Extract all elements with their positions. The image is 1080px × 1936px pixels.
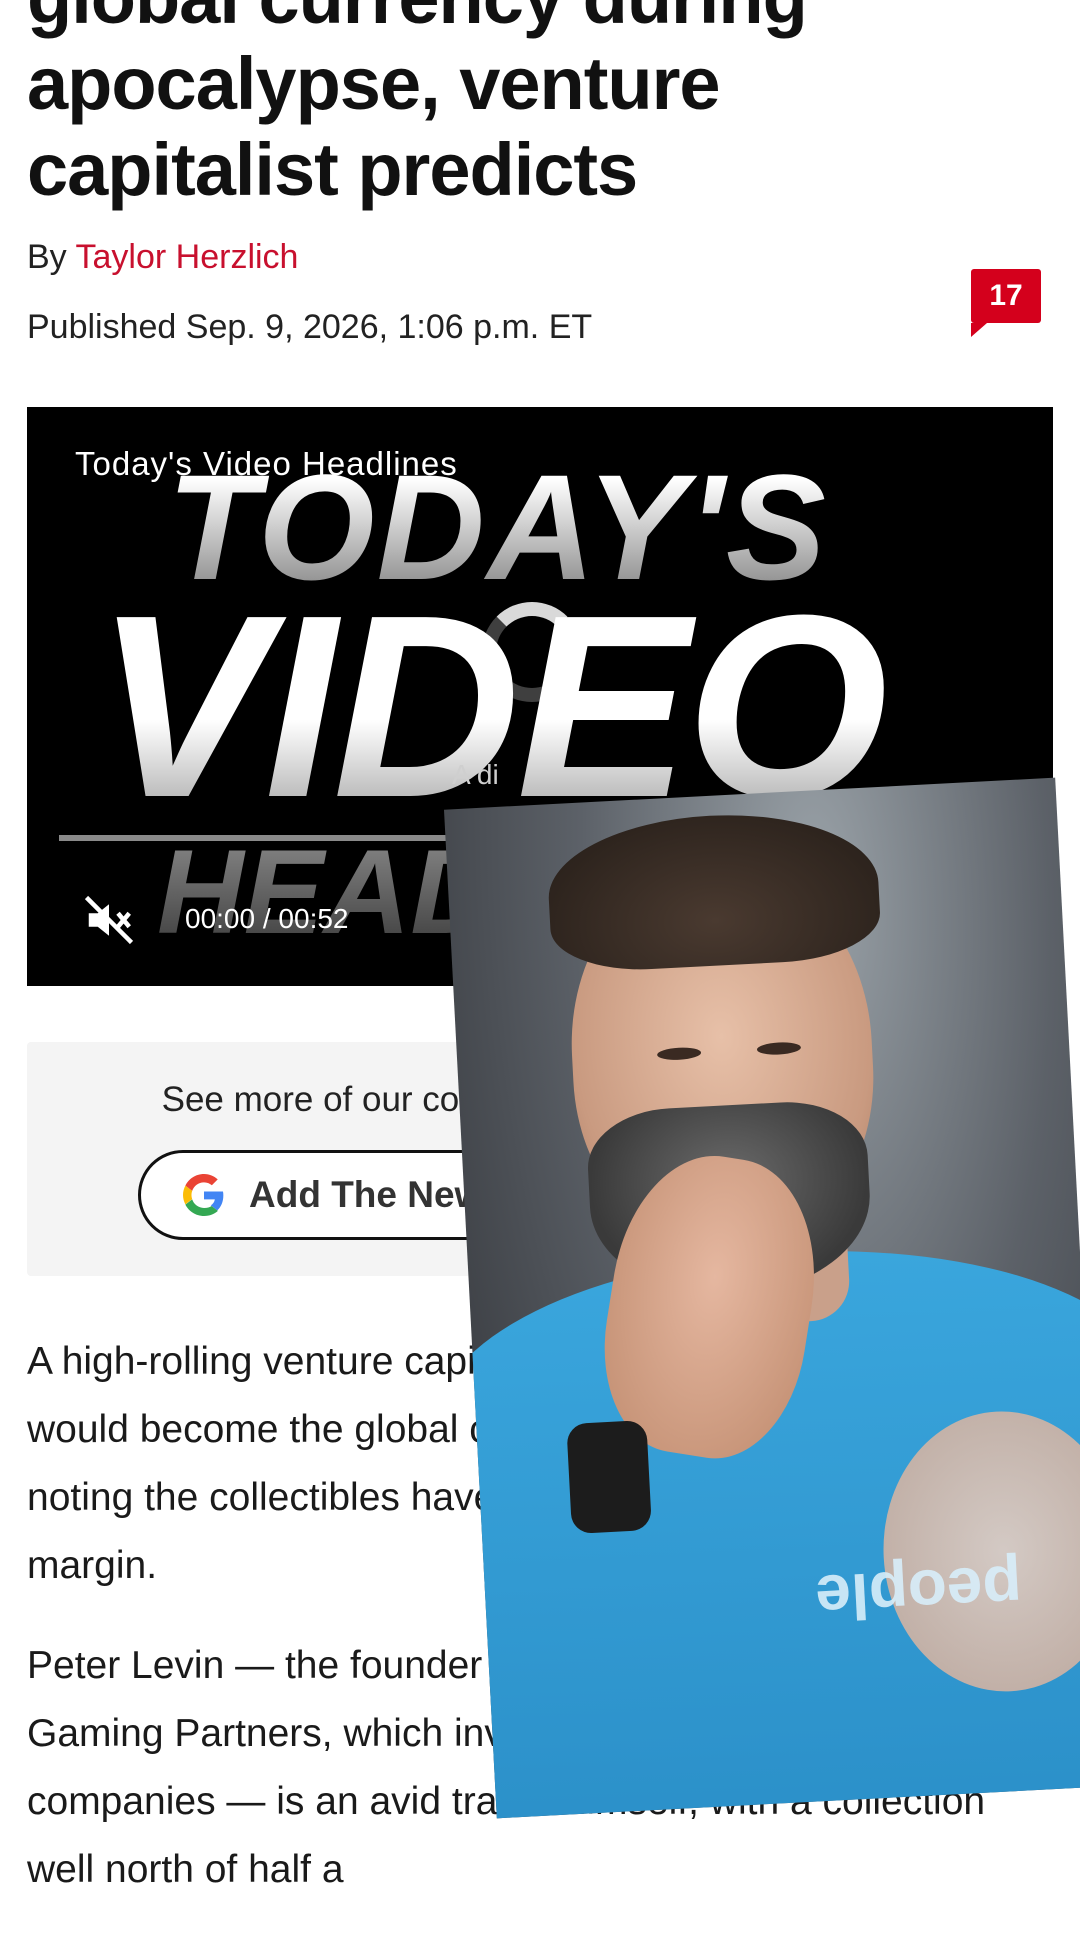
published-date: Published Sep. 9, 2026, 1:06 p.m. ET xyxy=(27,308,593,346)
pip-shirt-text: people xyxy=(813,1551,1024,1635)
duration: 00:52 xyxy=(278,903,349,934)
picture-in-picture-video[interactable]: people xyxy=(443,777,1080,1819)
google-g-icon xyxy=(183,1174,224,1216)
pip-presenter-hair xyxy=(544,807,883,975)
author-link[interactable]: Taylor Herzlich xyxy=(76,238,299,276)
mute-icon[interactable] xyxy=(82,893,136,947)
article-headline: global currency during apocalypse, ventu… xyxy=(27,0,808,211)
video-time: 00:00 / 00:52 xyxy=(185,903,349,935)
pip-presenter-watch xyxy=(566,1419,652,1534)
video-label: Today's Video Headlines xyxy=(75,445,458,482)
loading-spinner-icon xyxy=(482,602,582,702)
ad-text: A di xyxy=(452,759,499,790)
current-time: 00:00 xyxy=(185,903,256,934)
byline-prefix: By xyxy=(27,238,76,276)
comment-count-badge[interactable]: 17 xyxy=(971,269,1041,337)
byline: By Taylor Herzlich xyxy=(27,238,298,277)
time-separator: / xyxy=(262,903,271,934)
